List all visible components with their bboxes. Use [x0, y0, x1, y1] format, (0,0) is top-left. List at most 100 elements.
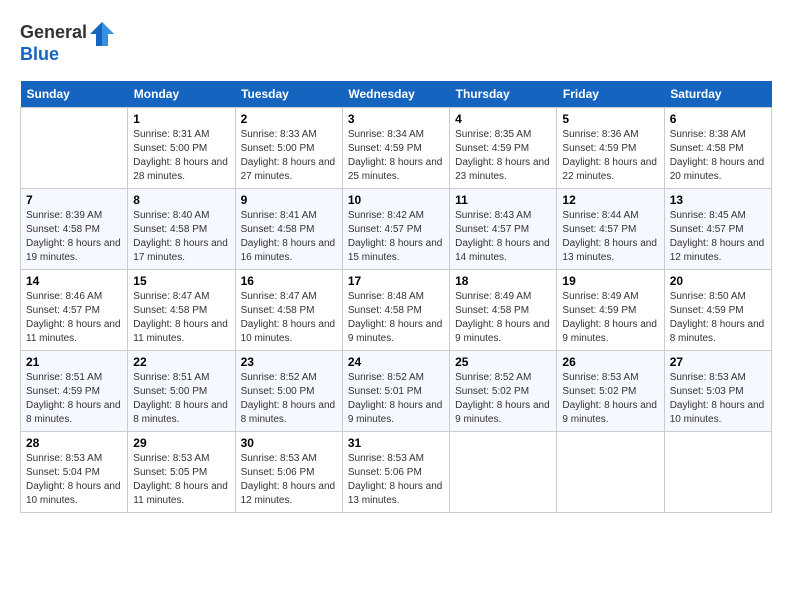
- weekday-header-row: SundayMondayTuesdayWednesdayThursdayFrid…: [21, 81, 772, 108]
- calendar-cell: 16 Sunrise: 8:47 AMSunset: 4:58 PMDayligh…: [235, 270, 342, 351]
- day-info: Sunrise: 8:47 AMSunset: 4:58 PMDaylight:…: [241, 290, 337, 346]
- day-number: 26: [562, 355, 658, 369]
- day-info: Sunrise: 8:31 AMSunset: 5:00 PMDaylight:…: [133, 128, 229, 184]
- day-number: 18: [455, 274, 551, 288]
- calendar-cell: 12 Sunrise: 8:44 AMSunset: 4:57 PMDayligh…: [557, 189, 664, 270]
- day-info: Sunrise: 8:50 AMSunset: 4:59 PMDaylight:…: [670, 290, 766, 346]
- day-number: 1: [133, 112, 229, 126]
- day-number: 10: [348, 193, 444, 207]
- day-info: Sunrise: 8:52 AMSunset: 5:01 PMDaylight:…: [348, 371, 444, 427]
- day-info: Sunrise: 8:39 AMSunset: 4:58 PMDaylight:…: [26, 209, 122, 265]
- day-number: 19: [562, 274, 658, 288]
- day-info: Sunrise: 8:46 AMSunset: 4:57 PMDaylight:…: [26, 290, 122, 346]
- calendar-cell: 17Sunrise: 8:48 AMSunset: 4:58 PMDayligh…: [342, 270, 449, 351]
- calendar-cell: 3 Sunrise: 8:34 AMSunset: 4:59 PMDaylight…: [342, 108, 449, 189]
- day-number: 20: [670, 274, 766, 288]
- day-number: 30: [241, 436, 337, 450]
- day-info: Sunrise: 8:53 AMSunset: 5:02 PMDaylight:…: [562, 371, 658, 427]
- calendar-cell: 27 Sunrise: 8:53 AMSunset: 5:03 PMDayligh…: [664, 351, 771, 432]
- calendar-table: SundayMondayTuesdayWednesdayThursdayFrid…: [20, 81, 772, 513]
- day-info: Sunrise: 8:43 AMSunset: 4:57 PMDaylight:…: [455, 209, 551, 265]
- calendar-cell: 19 Sunrise: 8:49 AMSunset: 4:59 PMDayligh…: [557, 270, 664, 351]
- day-number: 5: [562, 112, 658, 126]
- day-number: 15: [133, 274, 229, 288]
- day-info: Sunrise: 8:52 AMSunset: 5:02 PMDaylight:…: [455, 371, 551, 427]
- week-row-4: 21 Sunrise: 8:51 AMSunset: 4:59 PMDayligh…: [21, 351, 772, 432]
- calendar-cell: [664, 432, 771, 513]
- day-number: 6: [670, 112, 766, 126]
- day-number: 11: [455, 193, 551, 207]
- day-info: Sunrise: 8:53 AMSunset: 5:05 PMDaylight:…: [133, 452, 229, 508]
- week-row-5: 28 Sunrise: 8:53 AMSunset: 5:04 PMDayligh…: [21, 432, 772, 513]
- day-info: Sunrise: 8:47 AMSunset: 4:58 PMDaylight:…: [133, 290, 229, 346]
- weekday-header-thursday: Thursday: [450, 81, 557, 108]
- logo: General Blue: [20, 20, 117, 65]
- day-info: Sunrise: 8:53 AMSunset: 5:03 PMDaylight:…: [670, 371, 766, 427]
- calendar-cell: [450, 432, 557, 513]
- calendar-cell: 1 Sunrise: 8:31 AMSunset: 5:00 PMDaylight…: [128, 108, 235, 189]
- calendar-cell: 6 Sunrise: 8:38 AMSunset: 4:58 PMDaylight…: [664, 108, 771, 189]
- day-number: 13: [670, 193, 766, 207]
- day-number: 28: [26, 436, 122, 450]
- calendar-cell: 15 Sunrise: 8:47 AMSunset: 4:58 PMDayligh…: [128, 270, 235, 351]
- day-info: Sunrise: 8:40 AMSunset: 4:58 PMDaylight:…: [133, 209, 229, 265]
- day-number: 31: [348, 436, 444, 450]
- day-number: 4: [455, 112, 551, 126]
- logo-icon: [88, 20, 116, 48]
- day-number: 27: [670, 355, 766, 369]
- day-number: 14: [26, 274, 122, 288]
- day-number: 9: [241, 193, 337, 207]
- day-info: Sunrise: 8:49 AMSunset: 4:59 PMDaylight:…: [562, 290, 658, 346]
- calendar-cell: 21 Sunrise: 8:51 AMSunset: 4:59 PMDayligh…: [21, 351, 128, 432]
- day-info: Sunrise: 8:42 AMSunset: 4:57 PMDaylight:…: [348, 209, 444, 265]
- calendar-cell: 25 Sunrise: 8:52 AMSunset: 5:02 PMDayligh…: [450, 351, 557, 432]
- day-number: 7: [26, 193, 122, 207]
- calendar-cell: 31 Sunrise: 8:53 AMSunset: 5:06 PMDayligh…: [342, 432, 449, 513]
- calendar-cell: 2Sunrise: 8:33 AMSunset: 5:00 PMDaylight…: [235, 108, 342, 189]
- day-number: 17: [348, 274, 444, 288]
- day-number: 25: [455, 355, 551, 369]
- day-info: Sunrise: 8:45 AMSunset: 4:57 PMDaylight:…: [670, 209, 766, 265]
- calendar-cell: 5Sunrise: 8:36 AMSunset: 4:59 PMDaylight…: [557, 108, 664, 189]
- day-info: Sunrise: 8:44 AMSunset: 4:57 PMDaylight:…: [562, 209, 658, 265]
- calendar-cell: 26 Sunrise: 8:53 AMSunset: 5:02 PMDayligh…: [557, 351, 664, 432]
- calendar-cell: 9 Sunrise: 8:41 AMSunset: 4:58 PMDaylight…: [235, 189, 342, 270]
- day-number: 21: [26, 355, 122, 369]
- calendar-cell: 7 Sunrise: 8:39 AMSunset: 4:58 PMDaylight…: [21, 189, 128, 270]
- day-info: Sunrise: 8:53 AMSunset: 5:06 PMDaylight:…: [348, 452, 444, 508]
- calendar-cell: [21, 108, 128, 189]
- calendar-cell: 13 Sunrise: 8:45 AMSunset: 4:57 PMDayligh…: [664, 189, 771, 270]
- calendar-cell: 28 Sunrise: 8:53 AMSunset: 5:04 PMDayligh…: [21, 432, 128, 513]
- day-info: Sunrise: 8:53 AMSunset: 5:06 PMDaylight:…: [241, 452, 337, 508]
- day-info: Sunrise: 8:35 AMSunset: 4:59 PMDaylight:…: [455, 128, 551, 184]
- weekday-header-friday: Friday: [557, 81, 664, 108]
- weekday-header-tuesday: Tuesday: [235, 81, 342, 108]
- weekday-header-wednesday: Wednesday: [342, 81, 449, 108]
- day-info: Sunrise: 8:52 AMSunset: 5:00 PMDaylight:…: [241, 371, 337, 427]
- day-info: Sunrise: 8:49 AMSunset: 4:58 PMDaylight:…: [455, 290, 551, 346]
- day-info: Sunrise: 8:51 AMSunset: 5:00 PMDaylight:…: [133, 371, 229, 427]
- day-info: Sunrise: 8:34 AMSunset: 4:59 PMDaylight:…: [348, 128, 444, 184]
- day-number: 12: [562, 193, 658, 207]
- day-info: Sunrise: 8:51 AMSunset: 4:59 PMDaylight:…: [26, 371, 122, 427]
- day-number: 8: [133, 193, 229, 207]
- day-number: 3: [348, 112, 444, 126]
- day-info: Sunrise: 8:38 AMSunset: 4:58 PMDaylight:…: [670, 128, 766, 184]
- calendar-cell: 22Sunrise: 8:51 AMSunset: 5:00 PMDayligh…: [128, 351, 235, 432]
- day-info: Sunrise: 8:33 AMSunset: 5:00 PMDaylight:…: [241, 128, 337, 184]
- calendar-cell: 24Sunrise: 8:52 AMSunset: 5:01 PMDayligh…: [342, 351, 449, 432]
- calendar-cell: 20 Sunrise: 8:50 AMSunset: 4:59 PMDayligh…: [664, 270, 771, 351]
- calendar-cell: 30 Sunrise: 8:53 AMSunset: 5:06 PMDayligh…: [235, 432, 342, 513]
- calendar-cell: [557, 432, 664, 513]
- weekday-header-monday: Monday: [128, 81, 235, 108]
- calendar-cell: 18 Sunrise: 8:49 AMSunset: 4:58 PMDayligh…: [450, 270, 557, 351]
- calendar-cell: 14 Sunrise: 8:46 AMSunset: 4:57 PMDayligh…: [21, 270, 128, 351]
- day-number: 29: [133, 436, 229, 450]
- day-info: Sunrise: 8:41 AMSunset: 4:58 PMDaylight:…: [241, 209, 337, 265]
- day-info: Sunrise: 8:53 AMSunset: 5:04 PMDaylight:…: [26, 452, 122, 508]
- day-number: 23: [241, 355, 337, 369]
- week-row-3: 14 Sunrise: 8:46 AMSunset: 4:57 PMDayligh…: [21, 270, 772, 351]
- day-number: 16: [241, 274, 337, 288]
- weekday-header-saturday: Saturday: [664, 81, 771, 108]
- calendar-cell: 10 Sunrise: 8:42 AMSunset: 4:57 PMDayligh…: [342, 189, 449, 270]
